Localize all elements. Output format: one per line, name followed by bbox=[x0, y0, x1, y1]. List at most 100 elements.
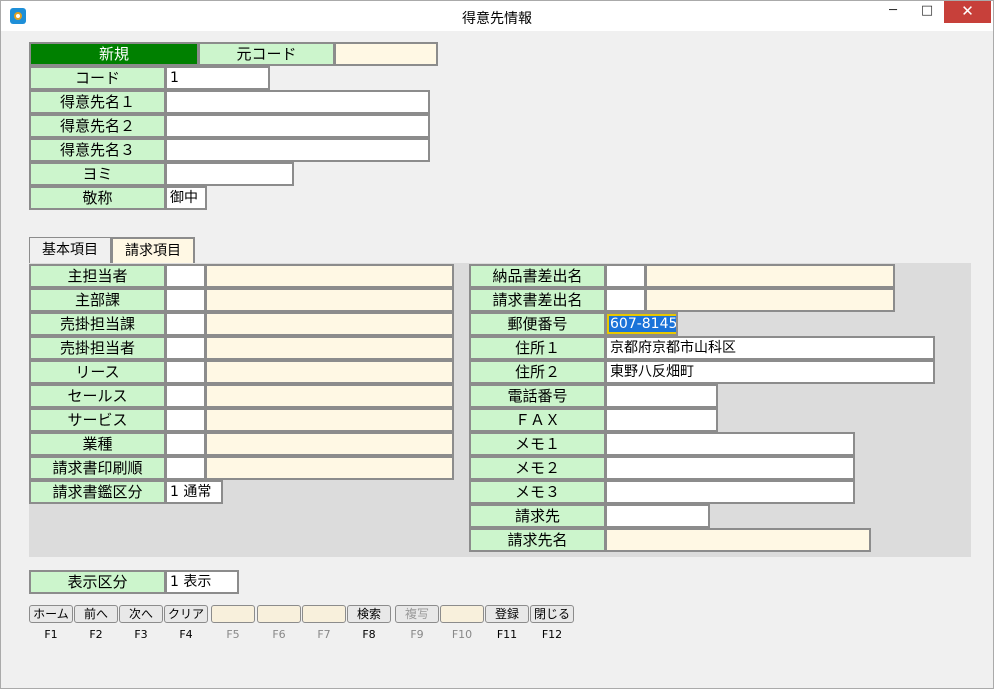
invoice-print-order-name bbox=[205, 456, 454, 480]
main-dept-code[interactable] bbox=[165, 288, 206, 312]
f10-button[interactable] bbox=[440, 605, 484, 623]
next-button[interactable]: 次へ bbox=[119, 605, 163, 623]
search-button[interactable]: 検索 bbox=[347, 605, 391, 623]
billing-to-field[interactable] bbox=[605, 504, 710, 528]
postal-code-label: 郵便番号 bbox=[469, 312, 606, 336]
main-staff-code[interactable] bbox=[165, 264, 206, 288]
f2-key-label: F2 bbox=[89, 628, 103, 641]
industry-label: 業種 bbox=[29, 432, 166, 456]
customer-name1-field[interactable] bbox=[165, 90, 430, 114]
memo1-field[interactable] bbox=[605, 432, 855, 456]
service-name bbox=[205, 408, 454, 432]
service-label: サービス bbox=[29, 408, 166, 432]
sales-name bbox=[205, 384, 454, 408]
tab-basic-items[interactable]: 基本項目 bbox=[29, 237, 111, 263]
ar-dept-code[interactable] bbox=[165, 312, 206, 336]
close-button[interactable]: ✕ bbox=[944, 1, 991, 23]
ar-staff-name bbox=[205, 336, 454, 360]
home-button[interactable]: ホーム bbox=[29, 605, 73, 623]
display-type-field[interactable]: 1 表示 bbox=[165, 570, 239, 594]
f4-key-label: F4 bbox=[179, 628, 193, 641]
memo2-label: メモ２ bbox=[469, 456, 606, 480]
invoice-sender-name bbox=[645, 288, 895, 312]
address1-field[interactable]: 京都府京都市山科区 bbox=[605, 336, 935, 360]
postal-code-selected-text: 607-8145 bbox=[607, 314, 678, 334]
reading-label: ヨミ bbox=[29, 162, 166, 186]
lease-label: リース bbox=[29, 360, 166, 384]
fax-label: ＦＡＸ bbox=[469, 408, 606, 432]
lease-code[interactable] bbox=[165, 360, 206, 384]
main-staff-name bbox=[205, 264, 454, 288]
service-code[interactable] bbox=[165, 408, 206, 432]
ar-staff-label: 売掛担当者 bbox=[29, 336, 166, 360]
invoice-print-order-code[interactable] bbox=[165, 456, 206, 480]
customer-name3-field[interactable] bbox=[165, 138, 430, 162]
main-dept-name bbox=[205, 288, 454, 312]
postal-code-field[interactable]: 607-8145 bbox=[605, 312, 678, 336]
f10-key-label: F10 bbox=[451, 628, 473, 641]
clear-button[interactable]: クリア bbox=[164, 605, 208, 623]
tab-billing-items[interactable]: 請求項目 bbox=[111, 237, 195, 263]
customer-name2-field[interactable] bbox=[165, 114, 430, 138]
f8-key-label: F8 bbox=[362, 628, 376, 641]
industry-name bbox=[205, 432, 454, 456]
industry-code[interactable] bbox=[165, 432, 206, 456]
code-label: コード bbox=[29, 66, 166, 90]
register-button[interactable]: 登録 bbox=[485, 605, 529, 623]
f5-key-label: F5 bbox=[226, 628, 240, 641]
f7-key-label: F7 bbox=[317, 628, 331, 641]
memo3-field[interactable] bbox=[605, 480, 855, 504]
sales-code[interactable] bbox=[165, 384, 206, 408]
f6-button[interactable] bbox=[257, 605, 301, 623]
memo2-field[interactable] bbox=[605, 456, 855, 480]
f11-key-label: F11 bbox=[496, 628, 518, 641]
source-code-label: 元コード bbox=[198, 42, 335, 66]
customer-name2-label: 得意先名２ bbox=[29, 114, 166, 138]
lease-name bbox=[205, 360, 454, 384]
f5-button[interactable] bbox=[211, 605, 255, 623]
invoice-sender-label: 請求書差出名 bbox=[469, 288, 606, 312]
honorific-label: 敬称 bbox=[29, 186, 166, 210]
sales-label: セールス bbox=[29, 384, 166, 408]
delivery-sender-code[interactable] bbox=[605, 264, 646, 288]
f12-key-label: F12 bbox=[541, 628, 563, 641]
delivery-sender-label: 納品書差出名 bbox=[469, 264, 606, 288]
minimize-button[interactable]: ─ bbox=[876, 1, 910, 23]
title-bar: 得意先情報 ─ □ ✕ bbox=[1, 1, 993, 31]
billing-to-name-field bbox=[605, 528, 871, 552]
display-type-label: 表示区分 bbox=[29, 570, 166, 594]
invoice-sender-code[interactable] bbox=[605, 288, 646, 312]
source-code-field[interactable] bbox=[334, 42, 438, 66]
ar-dept-name bbox=[205, 312, 454, 336]
f7-button[interactable] bbox=[302, 605, 346, 623]
phone-field[interactable] bbox=[605, 384, 718, 408]
mode-indicator[interactable]: 新規 bbox=[29, 42, 199, 66]
customer-name3-label: 得意先名３ bbox=[29, 138, 166, 162]
prev-button[interactable]: 前へ bbox=[74, 605, 118, 623]
app-window: 得意先情報 ─ □ ✕ 新規 元コード コード 1 得意先名１ 得意先名２ 得意… bbox=[0, 0, 994, 689]
billing-to-label: 請求先 bbox=[469, 504, 606, 528]
f6-key-label: F6 bbox=[272, 628, 286, 641]
reading-field[interactable] bbox=[165, 162, 294, 186]
customer-name1-label: 得意先名１ bbox=[29, 90, 166, 114]
fax-field[interactable] bbox=[605, 408, 718, 432]
copy-button[interactable]: 複写 bbox=[395, 605, 439, 623]
maximize-button[interactable]: □ bbox=[910, 1, 944, 23]
memo3-label: メモ３ bbox=[469, 480, 606, 504]
address2-field[interactable]: 東野八反畑町 bbox=[605, 360, 935, 384]
ar-staff-code[interactable] bbox=[165, 336, 206, 360]
ar-dept-label: 売掛担当課 bbox=[29, 312, 166, 336]
invoice-cover-type-field[interactable]: 1 通常 bbox=[165, 480, 223, 504]
invoice-print-order-label: 請求書印刷順 bbox=[29, 456, 166, 480]
address2-label: 住所２ bbox=[469, 360, 606, 384]
main-staff-label: 主担当者 bbox=[29, 264, 166, 288]
close-form-button[interactable]: 閉じる bbox=[530, 605, 574, 623]
form-area: 新規 元コード コード 1 得意先名１ 得意先名２ 得意先名３ ヨミ 敬称 御中… bbox=[9, 31, 987, 682]
f9-key-label: F9 bbox=[410, 628, 424, 641]
f3-key-label: F3 bbox=[134, 628, 148, 641]
phone-label: 電話番号 bbox=[469, 384, 606, 408]
invoice-cover-type-label: 請求書鑑区分 bbox=[29, 480, 166, 504]
code-field[interactable]: 1 bbox=[165, 66, 270, 90]
memo1-label: メモ１ bbox=[469, 432, 606, 456]
honorific-field[interactable]: 御中 bbox=[165, 186, 207, 210]
